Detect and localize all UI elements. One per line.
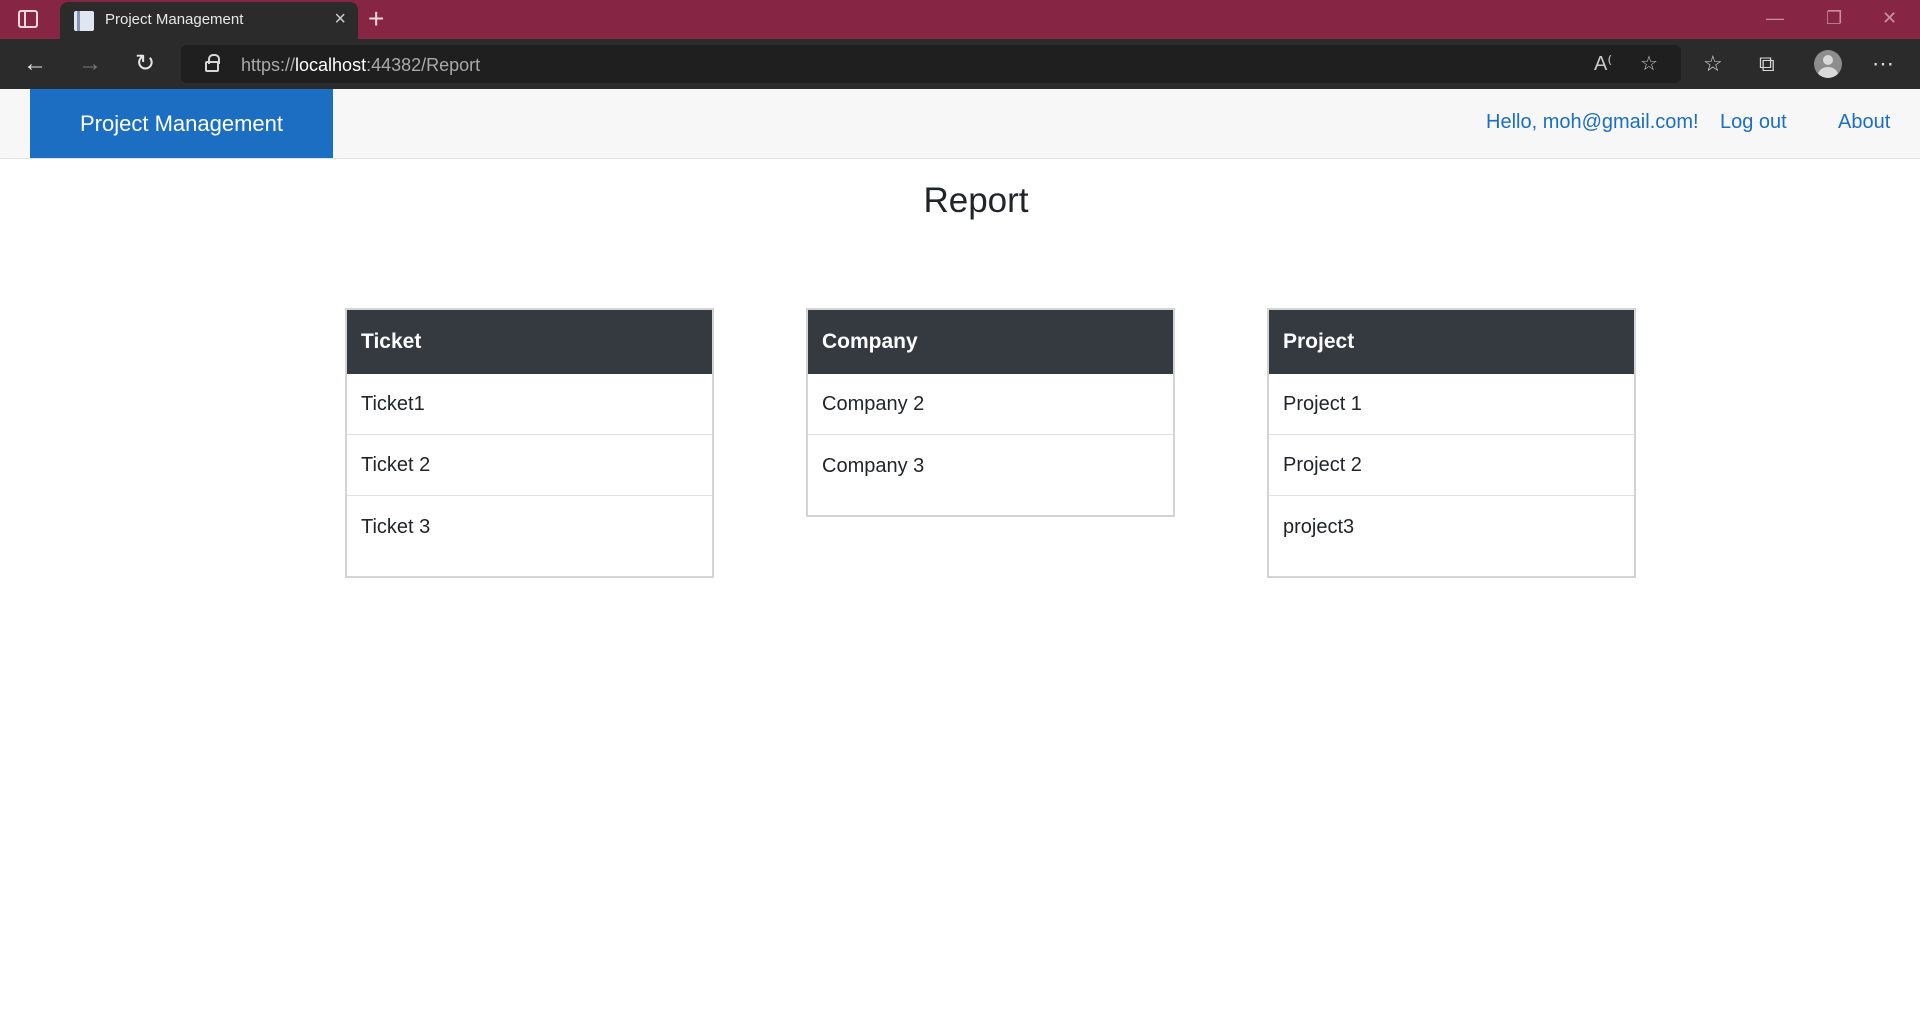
list-item: project3 [1283,516,1355,538]
logout-link[interactable]: Log out [1720,111,1787,134]
card-header: Ticket [347,310,712,374]
minimize-icon[interactable]: — [1766,6,1784,30]
address-bar[interactable]: https://localhost:44382/Report A⁽ ☆ [181,45,1681,83]
brand-link[interactable]: Project Management [30,89,333,158]
project-card: Project Project 1 Project 2 project3 [1267,308,1636,578]
back-arrow-icon[interactable]: ← [20,49,50,79]
tab-title: Project Management [105,11,244,28]
list-item: Ticket1 [347,374,712,435]
list-item: Project 2 [1269,435,1634,496]
company-card: Company Company 2 Company 3 [806,308,1175,517]
ticket-card: Ticket Ticket1 Ticket 2 Ticket 3 [345,308,714,578]
collections-icon[interactable]: ⧉ [1759,51,1775,77]
url-path: :44382/Report [366,55,481,75]
browser-toolbar: ← → ↻ https://localhost:44382/Report A⁽ … [0,39,1920,89]
window-close-icon[interactable]: ✕ [1882,6,1897,30]
tab-actions-icon[interactable] [18,10,38,28]
browser-tab[interactable]: Project Management × [60,2,358,39]
url-text[interactable]: https://localhost:44382/Report [241,55,480,76]
page-title: Report [923,181,1029,220]
list-item: Ticket 2 [347,435,712,496]
page-content: Project Management Hello, moh@gmail.com!… [0,89,1920,1020]
profile-avatar-icon[interactable] [1814,50,1842,78]
list-item: Company 3 [822,455,925,477]
page-favicon-icon [74,11,94,31]
restore-icon[interactable]: ❐ [1826,6,1842,30]
refresh-icon[interactable]: ↻ [130,49,160,79]
more-menu-icon[interactable]: ⋯ [1872,51,1894,77]
list-item: Ticket 3 [361,516,431,538]
about-link[interactable]: About [1838,111,1890,134]
card-header: Company [808,310,1173,374]
card-header: Project [1269,310,1634,374]
site-navbar: Project Management Hello, moh@gmail.com!… [0,89,1920,159]
url-scheme: https:// [241,55,296,75]
favorites-icon[interactable]: ☆ [1703,51,1723,77]
tab-close-icon[interactable]: × [334,8,346,30]
list-item: Company 2 [808,374,1173,435]
add-favorite-icon[interactable]: ☆ [1640,53,1658,75]
browser-tab-bar: Project Management × + — ❐ ✕ [0,0,1920,39]
new-tab-icon[interactable]: + [368,3,384,35]
lock-icon[interactable] [205,54,220,72]
list-item: Project 1 [1269,374,1634,435]
read-aloud-icon[interactable]: A⁽ [1594,53,1612,75]
url-host: localhost [295,55,367,75]
user-greeting-link[interactable]: Hello, moh@gmail.com! [1486,111,1699,134]
forward-arrow-icon[interactable]: → [75,49,105,79]
